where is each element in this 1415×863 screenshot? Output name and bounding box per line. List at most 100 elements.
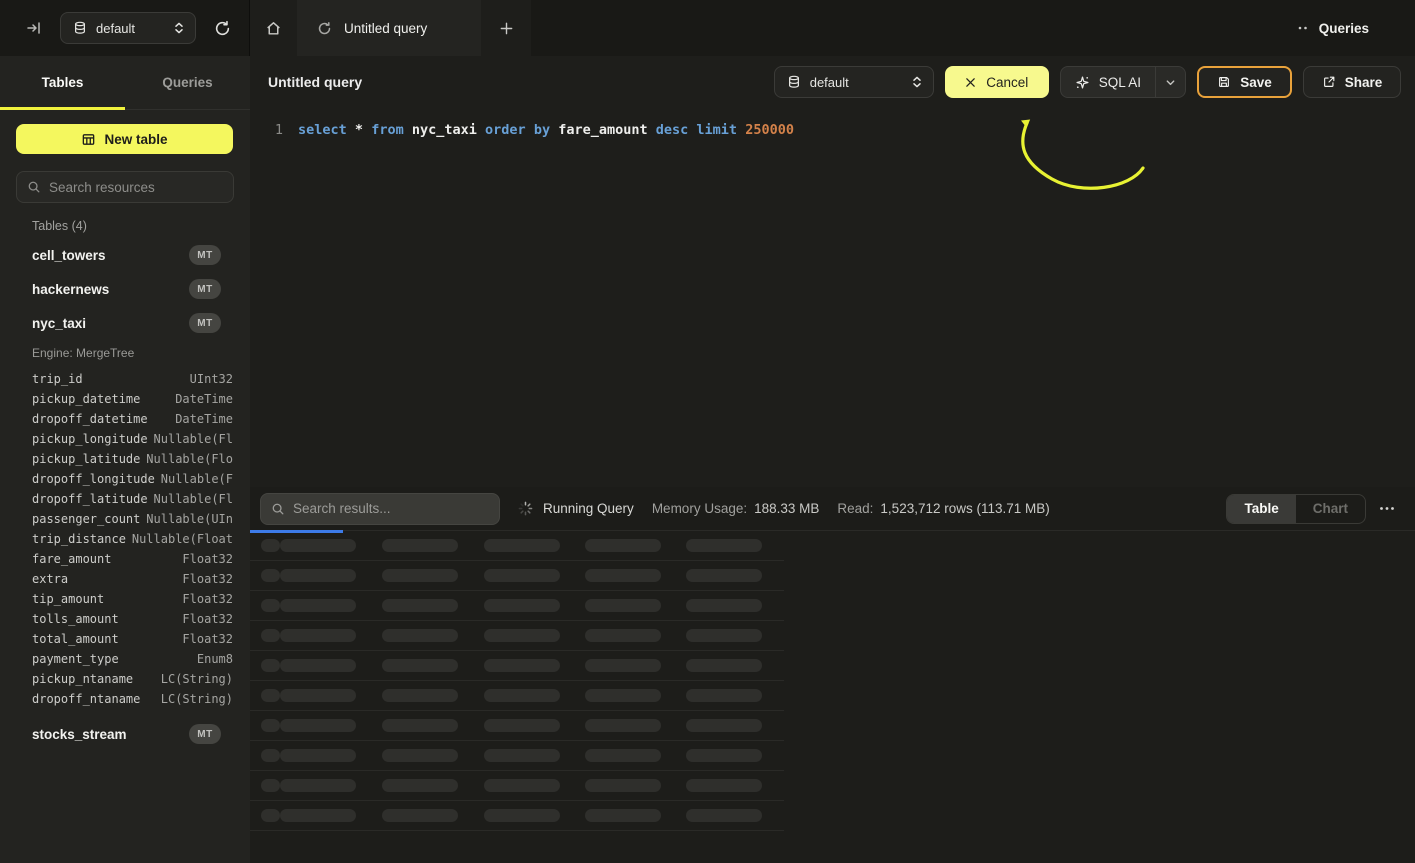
skeleton-cell	[261, 749, 280, 762]
column-type: DateTime	[175, 392, 233, 406]
skeleton-cell	[280, 659, 356, 672]
query-title: Untitled query	[268, 74, 362, 90]
refresh-databases-button[interactable]	[210, 16, 235, 41]
skeleton-cell	[280, 569, 356, 582]
skeleton-rows	[250, 531, 1415, 831]
sidebar-tab-tables[interactable]: Tables	[0, 56, 125, 109]
save-button[interactable]: Save	[1197, 66, 1292, 98]
collapse-sidebar-icon	[26, 20, 42, 36]
column-row: payment_typeEnum8	[0, 649, 250, 669]
table-row-cell-towers[interactable]: cell_towers MT	[0, 239, 250, 271]
sql-ai-main[interactable]: SQL AI	[1061, 67, 1155, 97]
sql-editor[interactable]: 1 select*fromnyc_taxiorderbyfare_amountd…	[250, 108, 1415, 431]
skeleton-cell	[686, 629, 762, 642]
column-name: pickup_ntaname	[32, 672, 133, 686]
chevron-updown-icon	[173, 21, 185, 35]
skeleton-cell	[382, 689, 458, 702]
skeleton-row	[250, 591, 784, 621]
column-row: dropoff_ntanameLC(String)	[0, 689, 250, 709]
new-table-button[interactable]: New table	[16, 124, 233, 154]
queries-dots-icon	[1297, 25, 1309, 31]
sql-token-operator: *	[347, 122, 363, 138]
top-bar: default Untitled query	[0, 0, 1415, 56]
column-name: extra	[32, 572, 68, 586]
database-selector[interactable]: default	[60, 12, 196, 44]
query-actions: default Cancel SQL AI	[774, 66, 1401, 98]
table-name: nyc_taxi	[32, 316, 189, 331]
skeleton-cell	[382, 569, 458, 582]
cancel-button[interactable]: Cancel	[945, 66, 1049, 98]
column-row: passenger_countNullable(UIn	[0, 509, 250, 529]
column-row: pickup_ntanameLC(String)	[0, 669, 250, 689]
collapse-sidebar-button[interactable]	[22, 16, 46, 40]
column-type: Float32	[182, 632, 233, 646]
sparkle-icon	[1075, 75, 1090, 90]
column-list: trip_idUInt32pickup_datetimeDateTimedrop…	[0, 369, 250, 709]
skeleton-cell	[280, 689, 356, 702]
column-row: extra Float32	[0, 569, 250, 589]
sql-ai-dropdown[interactable]	[1155, 67, 1185, 97]
skeleton-cell	[585, 569, 661, 582]
view-toggle: Table Chart	[1226, 494, 1366, 524]
view-toggle-table[interactable]: Table	[1227, 495, 1295, 523]
skeleton-cell	[484, 659, 560, 672]
column-row: tip_amountFloat32	[0, 589, 250, 609]
results-search-input[interactable]	[293, 501, 489, 516]
column-name: trip_id	[32, 372, 83, 386]
new-tab-button[interactable]	[481, 0, 531, 56]
skeleton-cell	[261, 809, 280, 822]
skeleton-cell	[686, 599, 762, 612]
column-row: dropoff_latitudeNullable(Fl	[0, 489, 250, 509]
query-header: Untitled query default Cancel	[250, 56, 1415, 108]
column-name: dropoff_datetime	[32, 412, 148, 426]
skeleton-cell	[382, 629, 458, 642]
skeleton-cell	[382, 539, 458, 552]
sql-token-keyword: from	[363, 122, 404, 138]
column-type: Nullable(Fl	[154, 492, 233, 506]
table-row-nyc-taxi[interactable]: nyc_taxi MT	[0, 307, 250, 339]
skeleton-cell	[382, 749, 458, 762]
engine-label: Engine: MergeTree	[32, 343, 250, 363]
skeleton-cell	[484, 569, 560, 582]
skeleton-cell	[261, 659, 280, 672]
column-type: Float32	[182, 572, 233, 586]
queries-link[interactable]: Queries	[1297, 21, 1415, 36]
cancel-label: Cancel	[986, 75, 1028, 90]
resource-search-input[interactable]	[49, 180, 223, 195]
read-label: Read:	[837, 501, 873, 516]
line-number: 1	[250, 122, 283, 138]
plus-icon	[499, 21, 514, 36]
skeleton-row	[250, 681, 784, 711]
tab-untitled-query[interactable]: Untitled query	[297, 0, 481, 56]
skeleton-cell	[686, 569, 762, 582]
ellipsis-icon	[1379, 506, 1395, 511]
share-button[interactable]: Share	[1303, 66, 1401, 98]
home-button[interactable]	[250, 0, 297, 56]
sql-token-keyword: order	[477, 122, 526, 138]
skeleton-cell	[686, 809, 762, 822]
table-row-hackernews[interactable]: hackernews MT	[0, 273, 250, 305]
table-row-stocks-stream[interactable]: stocks_stream MT	[0, 718, 250, 750]
skeleton-cell	[585, 719, 661, 732]
sidebar-tab-queries[interactable]: Queries	[125, 56, 250, 109]
skeleton-cell	[484, 539, 560, 552]
new-table-label: New table	[104, 132, 167, 147]
results-search	[260, 493, 500, 525]
column-row: dropoff_longitudeNullable(F	[0, 469, 250, 489]
column-row: dropoff_datetimeDateTime	[0, 409, 250, 429]
column-name: tip_amount	[32, 592, 104, 606]
skeleton-cell	[484, 599, 560, 612]
sql-ai-button[interactable]: SQL AI	[1060, 66, 1186, 98]
column-name: payment_type	[32, 652, 119, 666]
view-toggle-chart[interactable]: Chart	[1296, 495, 1365, 523]
results-more-button[interactable]	[1375, 502, 1399, 515]
engine-badge: MT	[189, 245, 221, 265]
database-selector-value: default	[96, 21, 164, 36]
skeleton-cell	[686, 779, 762, 792]
skeleton-cell	[686, 749, 762, 762]
query-database-selector[interactable]: default	[774, 66, 934, 98]
query-status: Running Query	[543, 501, 634, 516]
main-panel: Untitled query default Cancel	[250, 56, 1415, 863]
chevron-updown-icon	[911, 75, 923, 89]
column-name: fare_amount	[32, 552, 111, 566]
